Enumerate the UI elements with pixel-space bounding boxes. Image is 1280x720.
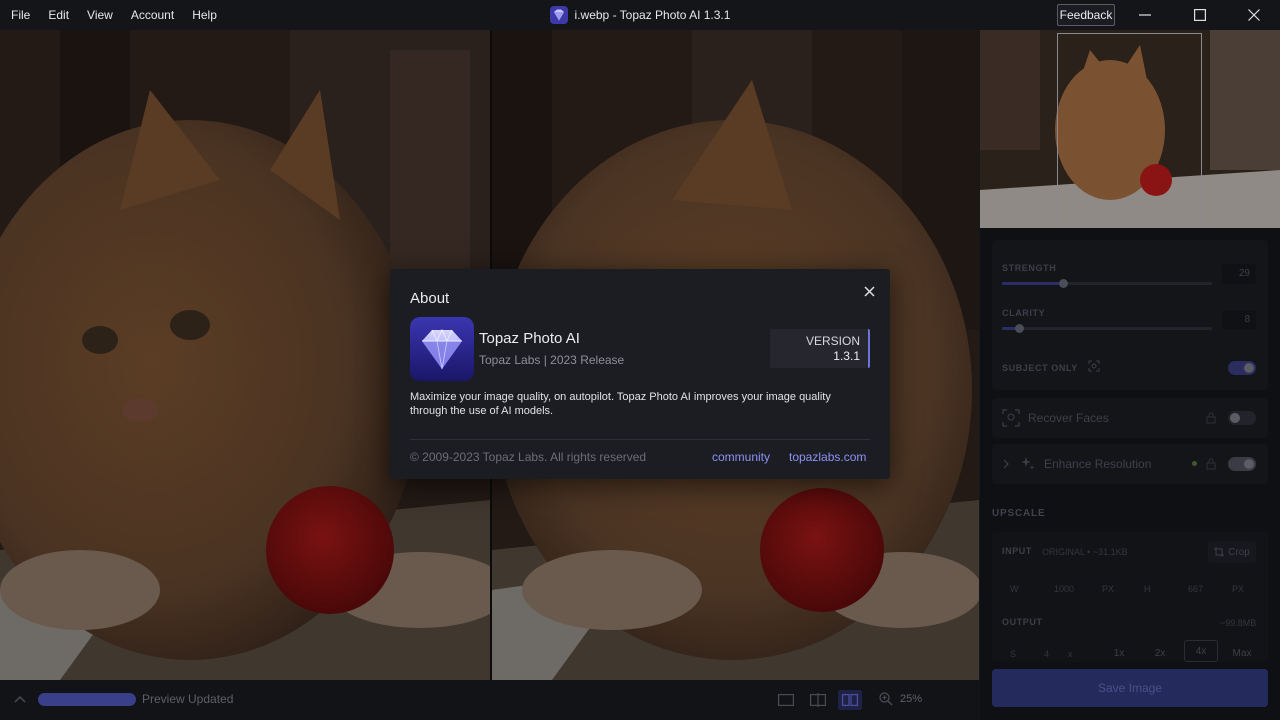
scale-unit: x	[1068, 649, 1073, 659]
copyright-text: © 2009-2023 Topaz Labs. All rights reser…	[410, 450, 647, 464]
menu-bar: File Edit View Account Help	[0, 0, 226, 30]
minimize-button[interactable]	[1120, 0, 1170, 30]
sparkle-icon	[1021, 457, 1035, 470]
recover-faces-toggle[interactable]	[1228, 411, 1256, 425]
title-bar: File Edit View Account Help i.webp - Top…	[0, 0, 1280, 30]
dialog-close-button[interactable]	[860, 282, 878, 300]
app-description: Maximize your image quality, on autopilo…	[410, 391, 831, 417]
width-label: W	[1010, 584, 1019, 594]
face-icon	[1002, 409, 1020, 427]
navigator-viewport-frame[interactable]	[1057, 33, 1202, 227]
dialog-title: About	[410, 290, 450, 307]
version-number: 1.3.1	[833, 349, 860, 363]
enhance-resolution-row[interactable]: Enhance Resolution	[992, 444, 1268, 484]
crop-button[interactable]: Crop	[1208, 541, 1256, 563]
maximize-icon	[1194, 9, 1206, 21]
clarity-slider-knob[interactable]	[1015, 324, 1024, 333]
strength-label: STRENGTH	[1002, 263, 1057, 273]
scale-option-1x[interactable]: 1x	[1102, 642, 1136, 664]
menu-file[interactable]: File	[2, 0, 39, 30]
clarity-slider[interactable]	[1002, 324, 1212, 333]
denoise-settings-card: STRENGTH 29 CLARITY 8 SUBJECT ONLY	[992, 240, 1268, 390]
side-by-side-view-button[interactable]	[838, 690, 862, 710]
enhance-resolution-toggle[interactable]	[1228, 457, 1256, 471]
single-view-icon	[778, 694, 794, 706]
status-dot-icon	[1192, 461, 1197, 466]
about-dialog: About Topaz Photo AI Topaz Labs | 2023 R…	[390, 269, 890, 479]
side-by-side-icon	[842, 694, 858, 706]
close-icon	[863, 285, 875, 297]
strength-slider[interactable]	[1002, 279, 1212, 288]
height-value[interactable]: 667	[1188, 584, 1203, 594]
recover-faces-toggle-knob	[1230, 413, 1240, 423]
subject-select-icon	[1088, 360, 1100, 372]
input-label: INPUT	[1002, 546, 1032, 556]
bottom-bar: Preview Updated	[0, 680, 980, 720]
width-unit: PX	[1102, 584, 1115, 594]
feedback-button[interactable]: Feedback	[1057, 4, 1115, 26]
scale-label: S	[1010, 649, 1017, 659]
community-link[interactable]: community	[712, 450, 770, 464]
output-size: ~99.8MB	[1220, 618, 1257, 628]
menu-help[interactable]: Help	[183, 0, 226, 30]
diamond-logo-icon	[410, 317, 474, 381]
close-icon	[1248, 9, 1260, 21]
minimize-icon	[1139, 14, 1151, 16]
recover-faces-label: Recover Faces	[1028, 411, 1109, 425]
progress-fill	[38, 693, 136, 706]
topazlabs-link[interactable]: topazlabs.com	[789, 450, 866, 464]
status-text: Preview Updated	[142, 692, 234, 706]
maximize-button[interactable]	[1175, 0, 1225, 30]
strength-slider-fill	[1002, 282, 1063, 285]
lock-icon	[1206, 412, 1216, 424]
strength-slider-knob[interactable]	[1059, 279, 1068, 288]
subject-only-toggle[interactable]	[1228, 361, 1256, 375]
enhance-resolution-label: Enhance Resolution	[1044, 457, 1152, 471]
height-label: H	[1144, 584, 1151, 594]
lock-icon	[1206, 458, 1216, 470]
zoom-icon[interactable]	[878, 691, 894, 707]
app-name: Topaz Photo AI	[479, 330, 580, 347]
window-title-text: i.webp - Topaz Photo AI 1.3.1	[574, 8, 731, 22]
upscale-card: INPUT ORIGINAL • ~31.1KB Crop W 1000 PX …	[992, 532, 1268, 662]
right-panel: STRENGTH 29 CLARITY 8 SUBJECT ONLY Recov…	[980, 30, 1280, 720]
single-view-button[interactable]	[774, 690, 798, 710]
height-unit: PX	[1232, 584, 1245, 594]
scale-option-max[interactable]: Max	[1224, 642, 1260, 664]
navigator-thumbnail[interactable]	[980, 30, 1280, 228]
menu-account[interactable]: Account	[122, 0, 183, 30]
chevron-up-icon[interactable]	[12, 692, 28, 708]
recover-faces-row[interactable]: Recover Faces	[992, 398, 1268, 438]
topaz-app-logo	[410, 317, 474, 381]
strength-value[interactable]: 29	[1222, 264, 1256, 284]
subject-only-toggle-knob	[1244, 363, 1254, 373]
save-image-button[interactable]: Save Image	[992, 669, 1268, 707]
enhance-resolution-toggle-knob	[1244, 459, 1254, 469]
crop-label: Crop	[1228, 546, 1250, 558]
app-subtitle: Topaz Labs | 2023 Release	[479, 353, 625, 367]
upscale-title: UPSCALE	[992, 508, 1046, 519]
clarity-value[interactable]: 8	[1222, 310, 1256, 330]
version-box: VERSION 1.3.1	[770, 329, 870, 368]
clarity-label: CLARITY	[1002, 308, 1046, 318]
menu-edit[interactable]: Edit	[39, 0, 78, 30]
subject-only-label: SUBJECT ONLY	[1002, 363, 1078, 373]
version-label: VERSION	[805, 334, 860, 348]
output-label: OUTPUT	[1002, 617, 1043, 627]
width-value[interactable]: 1000	[1054, 584, 1074, 594]
input-info: ORIGINAL • ~31.1KB	[1042, 547, 1128, 557]
menu-view[interactable]: View	[78, 0, 122, 30]
chevron-right-icon	[1003, 459, 1009, 469]
scale-option-4x[interactable]: 4x	[1184, 640, 1218, 662]
scale-value[interactable]: 4	[1044, 649, 1049, 659]
progress-bar	[38, 693, 136, 706]
zoom-level[interactable]: 25%	[900, 693, 922, 705]
crop-icon	[1214, 547, 1225, 557]
close-window-button[interactable]	[1229, 0, 1279, 30]
split-view-icon	[810, 693, 826, 707]
dialog-divider	[410, 439, 870, 440]
split-view-button[interactable]	[806, 690, 830, 710]
scale-option-2x[interactable]: 2x	[1143, 642, 1177, 664]
topaz-logo-icon	[549, 6, 568, 24]
